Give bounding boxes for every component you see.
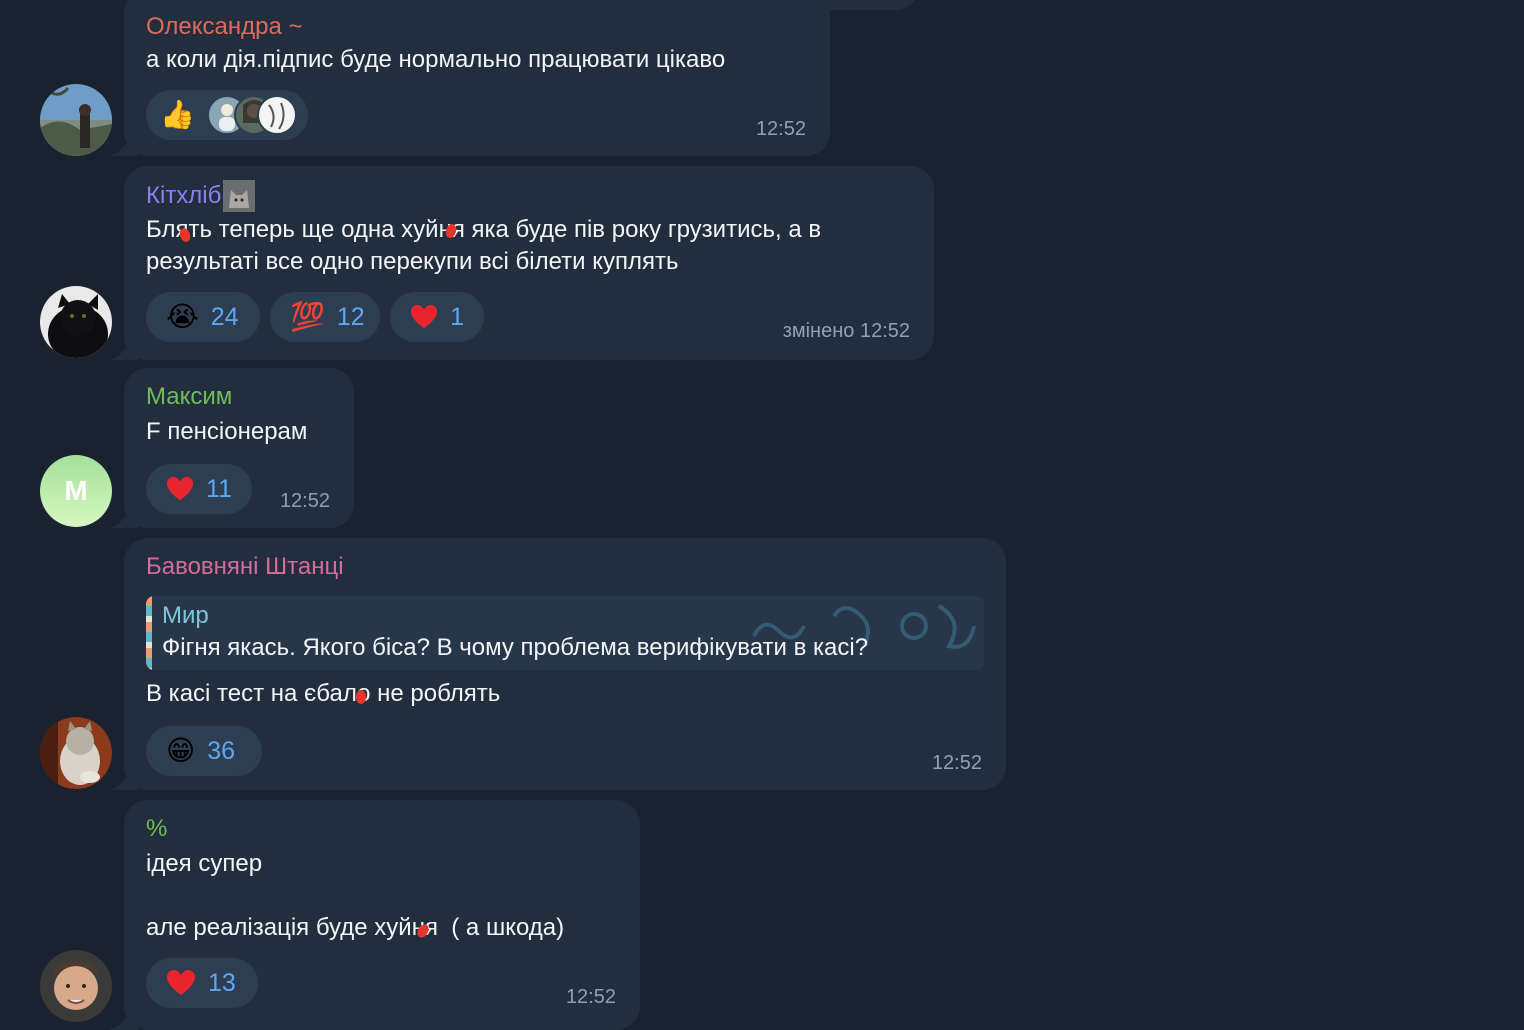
reaction-count: 24 xyxy=(210,302,239,331)
bubble-tail xyxy=(110,128,138,156)
reply-quote[interactable]: Мир Фігня якась. Якого біса? В чому проб… xyxy=(146,596,984,670)
message-bubble[interactable]: Бавовняні Штанці Мир Фігня якась. Якого … xyxy=(110,538,1006,790)
sender-name[interactable]: Максим xyxy=(146,382,232,412)
reactor-avatars xyxy=(206,95,297,135)
sender-name[interactable]: Бавовняні Штанці xyxy=(146,552,344,582)
censor-mark xyxy=(356,690,366,704)
reaction-pill[interactable]: 11 xyxy=(146,464,252,514)
message-time: змінено 12:52 xyxy=(782,320,910,342)
reaction-count: 13 xyxy=(208,968,236,997)
bubble-tail xyxy=(110,1002,138,1030)
reaction-count: 36 xyxy=(207,736,236,765)
cat-photo-icon xyxy=(40,286,112,358)
sender-name[interactable]: % xyxy=(146,814,167,844)
message-text: ідея супер але реалізація буде хуйня ( а… xyxy=(146,850,565,941)
crying-face-icon: 😭 xyxy=(166,301,199,332)
reply-text: Фігня якась. Якого біса? В чому проблема… xyxy=(162,634,869,661)
message-bubble[interactable]: Олександра ~ а коли дія.підпис буде норм… xyxy=(110,0,830,156)
message-text: а коли дія.підпис буде нормально працюва… xyxy=(146,46,726,73)
reactor-avatar-stack-icon xyxy=(206,95,297,135)
bubble-tail xyxy=(110,332,138,360)
avatar[interactable] xyxy=(40,950,112,1022)
avatar[interactable] xyxy=(40,84,112,156)
message-time: 12:52 xyxy=(931,752,982,774)
bubble-tail xyxy=(110,762,138,790)
cat-photo-icon xyxy=(40,717,112,789)
reaction-pill[interactable]: 13 xyxy=(146,958,258,1008)
message-time: 12:52 xyxy=(565,986,616,1008)
avatar[interactable]: M xyxy=(40,455,112,527)
cat-custom-emoji-icon xyxy=(223,180,256,212)
reply-author: Мир xyxy=(162,602,209,629)
message-bubble[interactable]: % ідея супер але реалізація буде хуйня (… xyxy=(110,800,640,1030)
sender-name-text: Кітхліб xyxy=(146,182,222,209)
bubble-tail xyxy=(110,500,138,528)
sender-name[interactable]: Кітхліб xyxy=(146,180,256,212)
avatar[interactable] xyxy=(40,717,112,789)
reaction-pill[interactable]: 👍 xyxy=(146,90,308,140)
reaction-count: 1 xyxy=(450,302,464,331)
user-photo-icon xyxy=(40,84,112,156)
heart-icon xyxy=(410,304,438,329)
avatar-initial: M xyxy=(64,475,88,506)
heart-icon xyxy=(166,476,194,501)
message-time: 12:52 xyxy=(755,118,806,140)
reaction-count: 12 xyxy=(336,302,365,331)
reaction-pill[interactable]: 1 xyxy=(390,292,484,342)
hundred-points-icon: 💯 xyxy=(290,301,325,332)
user-photo-icon xyxy=(40,950,112,1022)
heart-icon xyxy=(167,970,195,995)
reaction-pill[interactable]: 😁 36 xyxy=(146,726,262,776)
reaction-pill[interactable]: 😭 24 xyxy=(146,292,260,342)
message-time: 12:52 xyxy=(279,490,330,512)
reply-accent-bar xyxy=(146,596,152,670)
message-text: Блять теперь ще одна хуйня яка буде пів … xyxy=(146,216,822,275)
reaction-pill[interactable]: 💯 12 xyxy=(270,292,380,342)
grinning-face-icon: 😁 xyxy=(166,735,196,766)
message-text: F пенсіонерам xyxy=(146,418,308,445)
thumbs-up-icon: 👍 xyxy=(160,99,195,130)
avatar[interactable] xyxy=(40,286,112,358)
sender-name[interactable]: Олександра ~ xyxy=(146,12,303,42)
message-text: В касі тест на єбало не роблять xyxy=(146,680,501,707)
reaction-count: 11 xyxy=(206,474,232,503)
message-bubble[interactable]: Кітхліб Блять теперь ще одна хуйня яка б… xyxy=(110,166,934,360)
message-bubble[interactable]: Максим F пенсіонерам 11 12:52 xyxy=(110,368,354,528)
